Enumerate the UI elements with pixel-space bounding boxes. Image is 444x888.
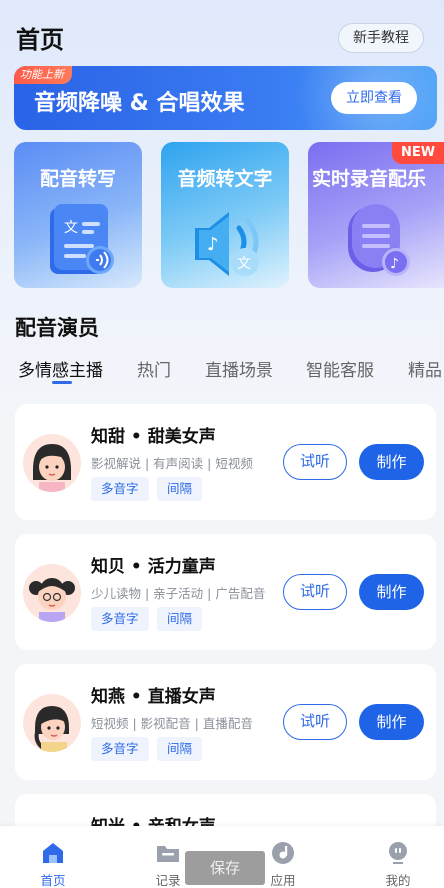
folder-icon (157, 846, 179, 862)
tag-interval: 间隔 (157, 607, 203, 631)
tag-polyphone: 多音字 (91, 477, 149, 501)
voice-description: 短视频 | 影视配音 | 直播配音 (91, 716, 253, 731)
page-title: 首页 (16, 26, 64, 54)
tab-hot[interactable]: 热门 (137, 356, 171, 381)
make-button[interactable]: 制作 (359, 444, 424, 480)
listen-button[interactable]: 试听 (283, 574, 347, 610)
feature-card-dubbing-transcribe[interactable]: 配音转写 文 (14, 142, 142, 288)
voice-description: 少儿读物 | 亲子活动 | 广告配音 (91, 586, 266, 601)
listen-button[interactable]: 试听 (283, 704, 347, 740)
document-audio-icon: 文 (50, 204, 114, 274)
banner-badge: 功能上新 (14, 66, 72, 84)
nav-label: 我的 (385, 873, 411, 888)
voice-description: 影视解说 | 有声阅读 | 短视频 (91, 456, 253, 471)
new-badge: NEW (392, 142, 444, 164)
tab-customer-service[interactable]: 智能客服 (306, 356, 374, 381)
voice-name: 知甜 • 甜美女声 (91, 427, 216, 447)
tag-interval: 间隔 (157, 737, 203, 761)
voice-name: 知贝 • 活力童声 (91, 557, 216, 577)
tab-live[interactable]: 直播场景 (205, 356, 273, 381)
voice-card[interactable]: 知贝 • 活力童声 少儿读物 | 亲子活动 | 广告配音 多音字 间隔 试听 制… (15, 534, 436, 650)
music-disc-icon (272, 842, 294, 864)
tutorial-button[interactable]: 新手教程 (338, 23, 424, 53)
feature-label: 配音转写 (39, 168, 116, 190)
feature-card-realtime-record[interactable]: 实时录音配乐 NEW ♪ (308, 142, 444, 288)
listen-button[interactable]: 试听 (283, 444, 347, 480)
nav-label: 首页 (40, 873, 66, 888)
svg-text:♪: ♪ (390, 256, 399, 272)
feature-label: 实时录音配乐 (312, 168, 427, 190)
speaker-text-icon: 文 ♪ (195, 212, 259, 276)
svg-text:♪: ♪ (207, 234, 219, 255)
avatar (23, 694, 81, 752)
profile-icon (389, 842, 407, 864)
tag-polyphone: 多音字 (91, 737, 149, 761)
make-button[interactable]: 制作 (359, 704, 424, 740)
section-title: 配音演员 (15, 316, 99, 340)
nav-profile[interactable]: 我的 (368, 826, 428, 888)
feature-card-audio-to-text[interactable]: 音频转文字 文 ♪ (161, 142, 289, 288)
tab-premium[interactable]: 精品 (408, 356, 442, 381)
tag-interval: 间隔 (157, 477, 203, 501)
category-tabs: 多情感主播 热门 直播场景 智能客服 精品 (0, 356, 444, 386)
tab-multi-emotion[interactable]: 多情感主播 (18, 356, 103, 381)
banner-view-button[interactable]: 立即查看 (331, 82, 417, 114)
promo-banner[interactable]: 功能上新 音频降噪 & 合唱效果 立即查看 (14, 66, 437, 130)
voice-name: 知燕 • 直播女声 (91, 687, 216, 707)
feature-label: 音频转文字 (177, 168, 273, 190)
save-toast: 保存 (185, 851, 265, 885)
microphone-music-icon: ♪ (348, 204, 410, 276)
avatar (23, 564, 81, 622)
svg-text:文: 文 (64, 220, 78, 236)
nav-home[interactable]: 首页 (23, 826, 83, 888)
avatar (23, 434, 81, 492)
tag-polyphone: 多音字 (91, 607, 149, 631)
svg-text:文: 文 (237, 256, 251, 272)
make-button[interactable]: 制作 (359, 574, 424, 610)
voice-card[interactable]: 知燕 • 直播女声 短视频 | 影视配音 | 直播配音 多音字 间隔 试听 制作 (15, 664, 436, 780)
active-tab-indicator (52, 381, 72, 384)
home-icon (43, 843, 63, 863)
banner-title: 音频降噪 & 合唱效果 (34, 91, 245, 116)
voice-card[interactable]: 知甜 • 甜美女声 影视解说 | 有声阅读 | 短视频 多音字 间隔 试听 制作 (15, 404, 436, 520)
header: 首页 新手教程 (0, 0, 444, 64)
